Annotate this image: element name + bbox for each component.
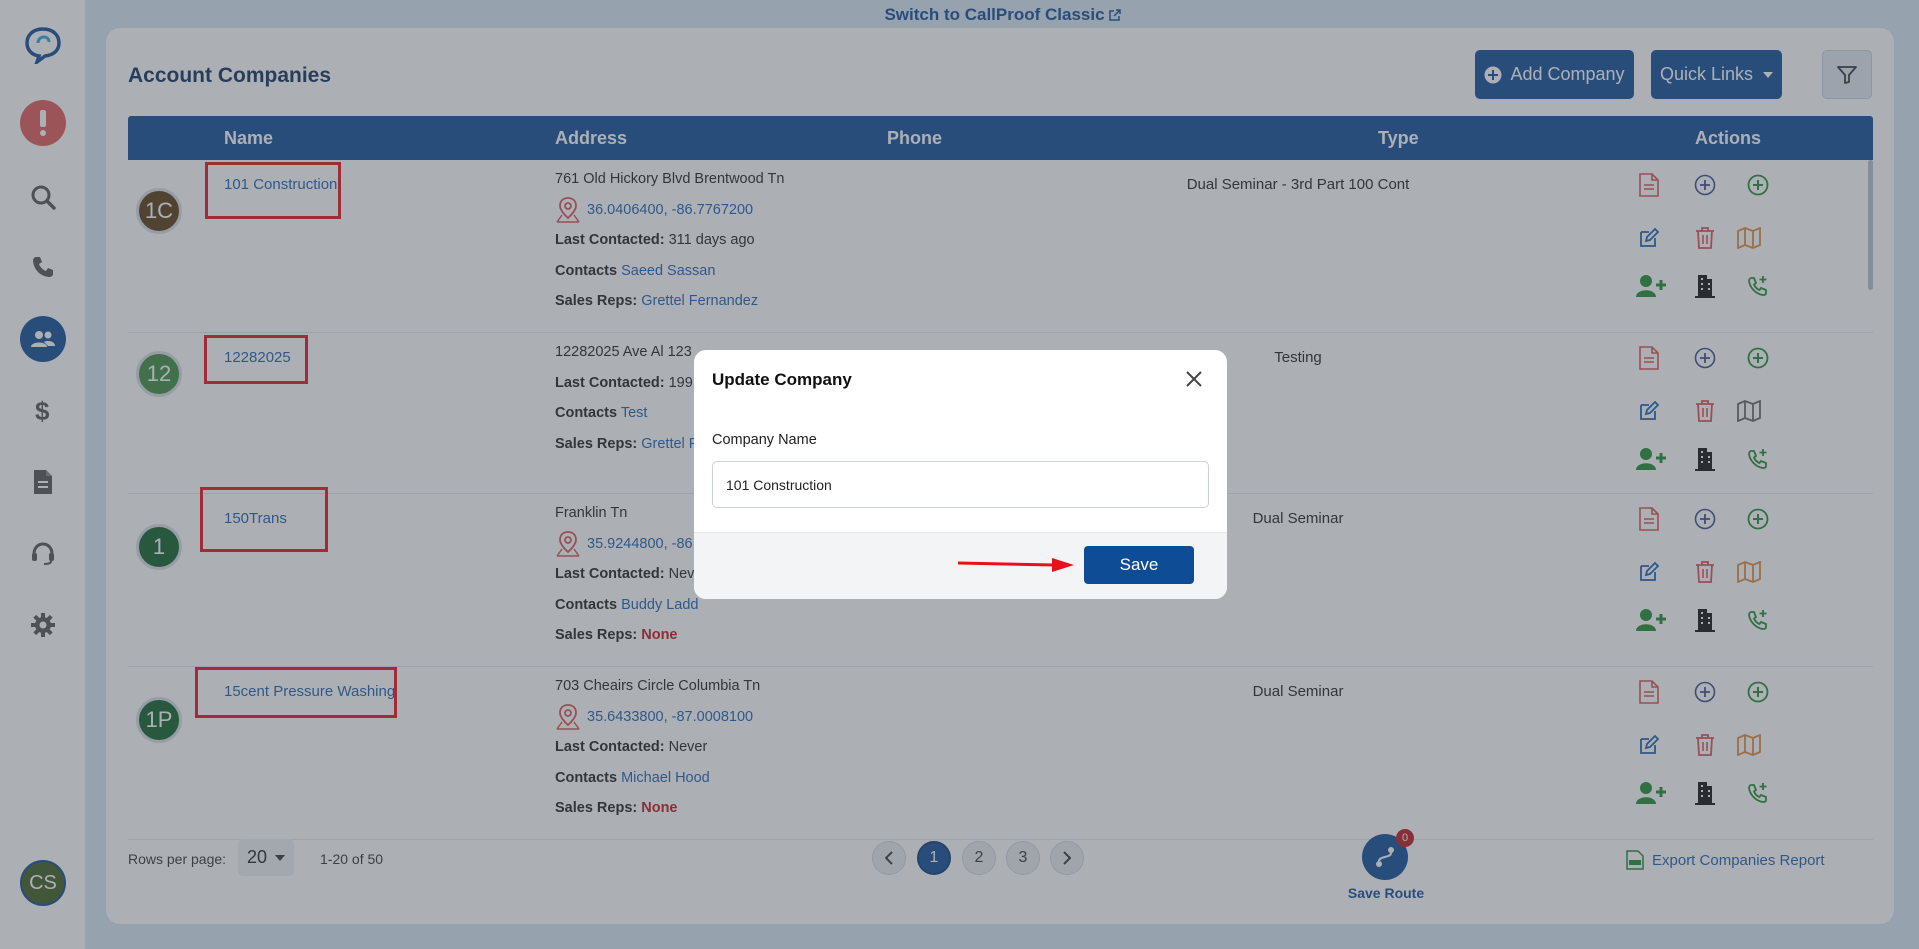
annotation-arrow-icon	[958, 558, 1074, 572]
modal-title: Update Company	[712, 370, 852, 389]
save-button[interactable]: Save	[1084, 546, 1194, 584]
close-icon	[1186, 371, 1202, 387]
company-name-label: Company Name	[712, 432, 817, 448]
close-button[interactable]	[1179, 364, 1209, 394]
company-name-input[interactable]	[712, 461, 1209, 508]
